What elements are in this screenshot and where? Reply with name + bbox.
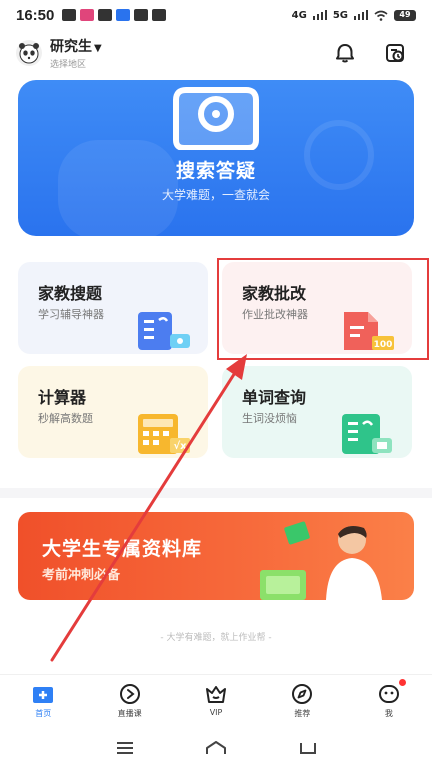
nav-label: 推荐: [294, 709, 311, 718]
bell-icon: [336, 44, 354, 63]
home-outline-icon[interactable]: [205, 740, 227, 756]
notification-icon: [80, 9, 95, 21]
nav-label: VIP: [209, 708, 223, 717]
search-doc-icon: [138, 312, 190, 350]
tool-subtitle: 生词没烦恼: [242, 412, 297, 425]
profile-icon: [378, 685, 399, 703]
status-right: 4G 5G 49: [291, 9, 416, 21]
unread-dot: [399, 679, 407, 686]
notification-icons: [62, 9, 167, 21]
nav-item-home[interactable]: 首页: [0, 675, 86, 726]
status-bar: 16:50 4G 5G 49: [0, 0, 432, 30]
back-icon[interactable]: [297, 740, 317, 756]
notification-icon: [62, 9, 77, 21]
grade-label: 研究生: [50, 39, 92, 55]
tool-title: 单词查询: [242, 388, 307, 407]
nav-item-live[interactable]: 直播课: [86, 675, 172, 726]
compass-icon: [292, 684, 313, 704]
banner-subtitle: 大学难题，一查就会: [161, 188, 270, 202]
tool-title: 家教搜题: [38, 284, 103, 303]
panda-avatar-icon: [19, 43, 39, 64]
signal-icon: [354, 10, 368, 20]
tool-card-search[interactable]: 家教搜题 学习辅导神器: [18, 262, 208, 354]
tool-subtitle: 学习辅导神器: [38, 308, 104, 321]
promo-banner[interactable]: 大学生专属资料库 考前冲刺必备: [18, 512, 414, 600]
history-button[interactable]: [380, 38, 410, 68]
avatar[interactable]: [16, 40, 42, 66]
search-banner[interactable]: 搜索答疑 大学难题，一查就会: [18, 80, 414, 236]
calculator-icon: √x: [138, 414, 190, 454]
network-label-2: 5G: [332, 9, 348, 21]
app-header: 研究生 ▼ 选择地区: [0, 30, 432, 76]
nav-item-vip[interactable]: VIP: [173, 675, 259, 726]
signal-icon: [312, 10, 327, 20]
word-lookup-icon: [342, 414, 392, 454]
nav-label: 直播课: [117, 709, 142, 718]
clock-doc-icon: [386, 44, 404, 62]
status-time: 16:50: [16, 6, 55, 24]
banner-title: 搜索答疑: [175, 160, 256, 182]
tool-card-calculator[interactable]: 计算器 秒解高数题 √x: [18, 366, 208, 458]
user-selector[interactable]: 研究生 ▼ 选择地区: [50, 36, 102, 70]
notification-icon: [116, 9, 131, 21]
tool-card-word-lookup[interactable]: 单词查询 生词没烦恼: [222, 366, 412, 458]
nav-item-me[interactable]: 我: [346, 675, 432, 726]
slogan-text: - 大学有难题，就上作业帮 -: [160, 633, 272, 643]
network-label: 4G: [291, 9, 307, 21]
user-grade[interactable]: 研究生 ▼: [50, 36, 102, 56]
section-divider: [0, 488, 432, 498]
battery-icon: 49: [394, 9, 416, 21]
message-button[interactable]: [330, 38, 360, 68]
home-icon: [33, 687, 54, 703]
system-nav-bar: [0, 728, 432, 768]
promo-subtitle: 考前冲刺必备: [42, 568, 121, 583]
nav-label: 首页: [35, 709, 52, 718]
wifi-icon: [374, 10, 388, 21]
notification-icon: [152, 9, 167, 21]
menu-icon[interactable]: [115, 741, 135, 755]
student-illustration: [260, 521, 382, 600]
tool-subtitle: 秒解高数题: [38, 412, 93, 425]
bottom-nav: 首页 直播课 VIP 推荐 我: [0, 674, 432, 726]
nav-item-recommend[interactable]: 推荐: [259, 675, 345, 726]
play-icon: [119, 684, 140, 704]
camera-icon[interactable]: [172, 84, 260, 150]
tool-title: 计算器: [38, 388, 87, 407]
annotation-highlight-box: [217, 258, 429, 360]
promo-title: 大学生专属资料库: [42, 538, 203, 560]
region-hint[interactable]: 选择地区: [50, 57, 102, 70]
svg-text:√x: √x: [173, 440, 187, 452]
nav-label: 我: [384, 709, 393, 718]
notification-icon: [134, 9, 149, 21]
vip-crown-icon: [206, 686, 227, 703]
caret-down-icon: ▼: [94, 43, 102, 54]
notification-icon: [98, 9, 113, 21]
